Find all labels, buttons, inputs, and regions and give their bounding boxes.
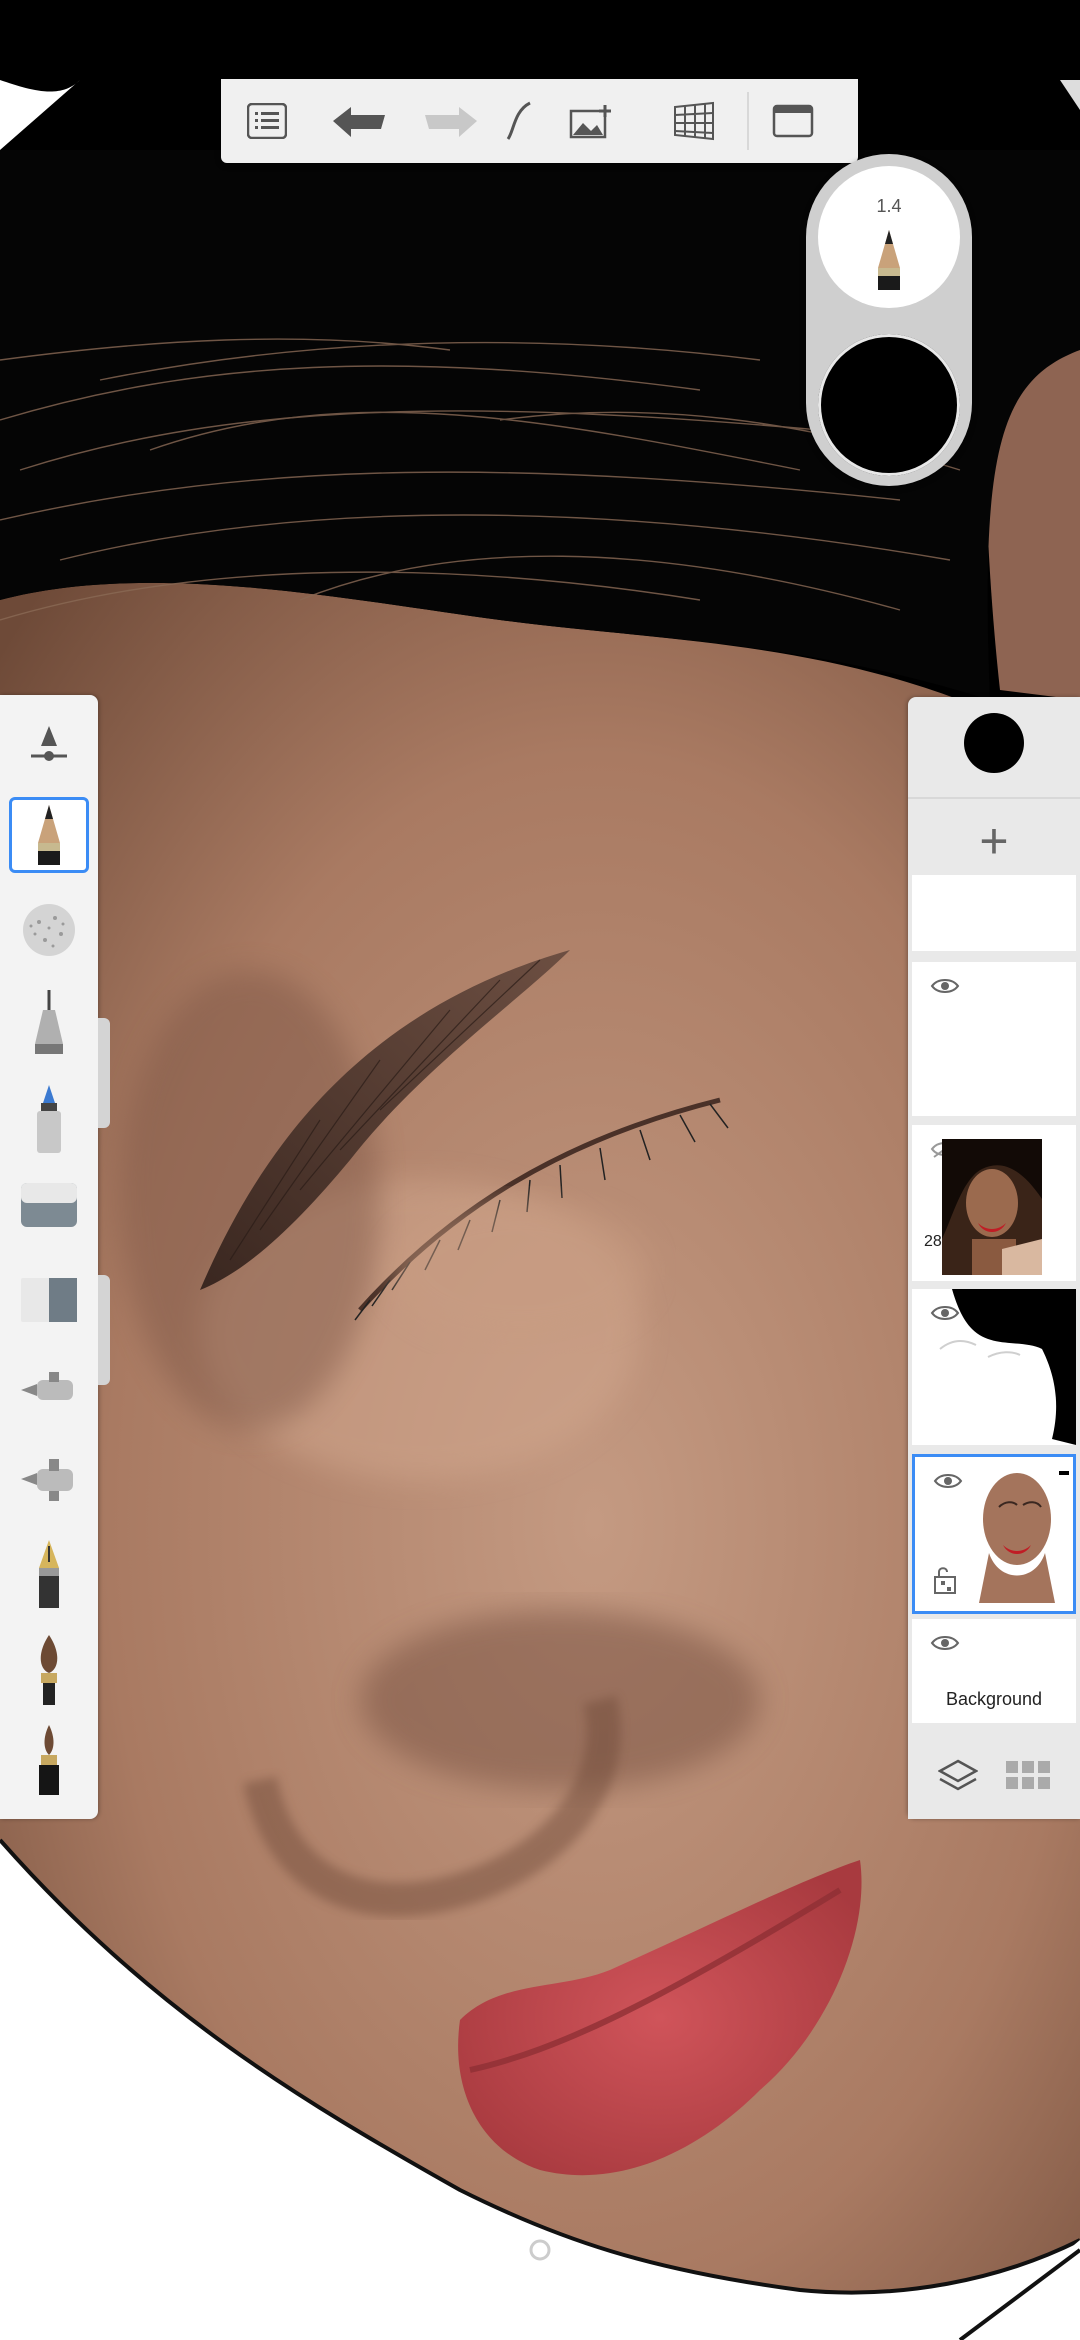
undo-icon[interactable]	[313, 79, 405, 163]
brush-properties-icon[interactable]	[0, 712, 98, 772]
add-layer-label: +	[979, 813, 1009, 869]
paint-brush-icon[interactable]	[0, 1630, 98, 1710]
layer-opacity-label: 28	[924, 1233, 942, 1250]
perspective-guide-icon[interactable]	[641, 79, 747, 163]
fullscreen-icon[interactable]	[749, 79, 837, 163]
eye-icon[interactable]	[930, 1303, 960, 1323]
reference-photo-thumbnail	[942, 1139, 1042, 1275]
brush-size-value: 1.4	[876, 196, 902, 216]
ink-brush-icon[interactable]	[0, 1720, 98, 1800]
layer-color-swatch[interactable]	[964, 713, 1024, 773]
airbrush-alt-icon[interactable]	[0, 1450, 98, 1510]
layer-empty[interactable]	[912, 962, 1076, 1116]
soft-eraser-icon[interactable]	[0, 1265, 98, 1335]
background-layer-label: Background	[945, 1689, 1043, 1709]
grid-view-icon[interactable]	[1006, 1761, 1050, 1791]
top-toolbar	[221, 79, 858, 163]
marker-icon[interactable]	[0, 1080, 98, 1160]
layer-painting[interactable]	[912, 1454, 1076, 1614]
layer-background[interactable]: Background	[912, 1619, 1076, 1723]
airbrush-icon[interactable]	[0, 1360, 98, 1420]
brush-size-control[interactable]: 1.4	[818, 166, 960, 308]
layer-lock-icon[interactable]	[933, 1565, 959, 1595]
layer-divider	[908, 797, 1080, 799]
palette-drag-handle-lower[interactable]	[98, 1275, 110, 1385]
eye-icon[interactable]	[930, 1633, 960, 1653]
brush-color-swatch[interactable]	[818, 334, 960, 476]
hard-eraser-icon[interactable]	[0, 1170, 98, 1240]
add-image-icon[interactable]	[541, 79, 641, 163]
eye-icon[interactable]	[930, 976, 960, 996]
layers-stack-icon[interactable]	[938, 1757, 978, 1797]
layer-panel: + 28 Background	[908, 697, 1080, 1819]
layer-reference-photo[interactable]: 28	[912, 1125, 1076, 1281]
layer-footer	[908, 1733, 1080, 1819]
brush-puck[interactable]: 1.4	[806, 154, 972, 486]
stroke-stabilizer-icon[interactable]	[497, 79, 541, 163]
pencil-icon[interactable]	[0, 800, 98, 870]
painting-thumbnail	[959, 1463, 1073, 1611]
eye-icon[interactable]	[933, 1471, 963, 1491]
fountain-pen-icon[interactable]	[0, 1535, 98, 1615]
pencil-icon	[878, 230, 900, 290]
technical-pen-icon[interactable]	[0, 985, 98, 1061]
layer-empty-top[interactable]	[912, 875, 1076, 951]
airbrush-texture-icon[interactable]	[0, 895, 98, 965]
layer-hair-mask[interactable]	[912, 1289, 1076, 1445]
add-layer-button[interactable]: +	[908, 803, 1080, 879]
list-icon[interactable]	[221, 79, 313, 163]
palette-drag-handle[interactable]	[98, 1018, 110, 1128]
redo-icon[interactable]	[405, 79, 497, 163]
